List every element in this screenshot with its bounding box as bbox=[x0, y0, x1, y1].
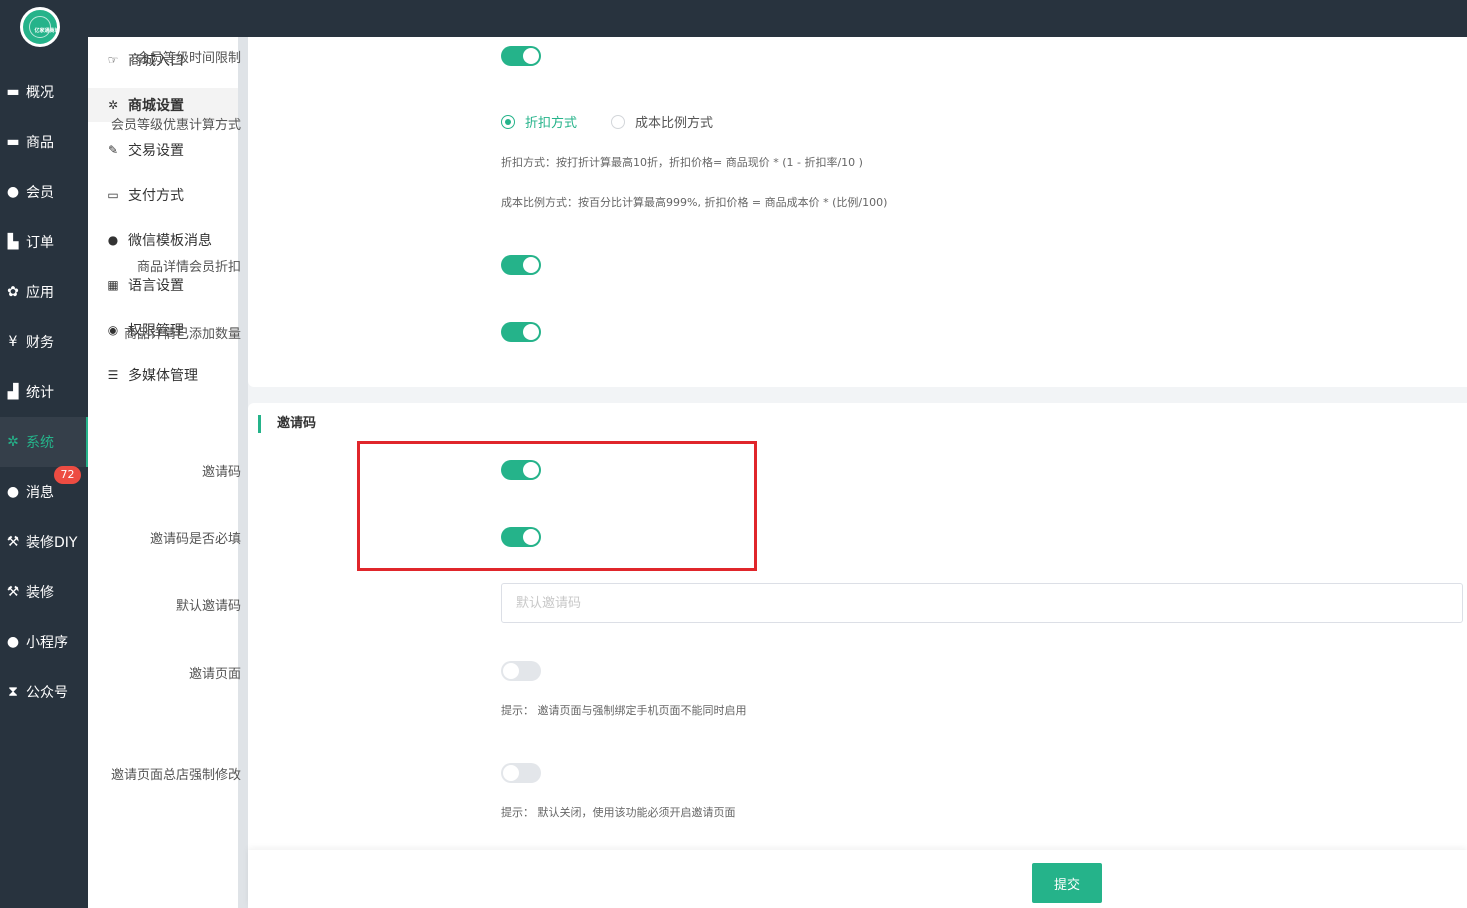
sidebar-item-stats[interactable]: ▟ 统计 bbox=[0, 367, 88, 417]
subnav-item-label: 商城设置 bbox=[128, 98, 184, 114]
language-icon: ▦ bbox=[107, 278, 119, 292]
subnav-item-wechat-template[interactable]: ● 微信模板消息 bbox=[88, 223, 238, 257]
gear-icon: ✲ bbox=[7, 434, 19, 450]
default-invite-code-label: 默认邀请码 bbox=[175, 599, 241, 614]
gear-icon: ✲ bbox=[107, 98, 119, 112]
credit-card-icon: ▭ bbox=[107, 188, 119, 202]
force-modify-label: 邀请页面总店强制修改 bbox=[110, 768, 241, 783]
sidebar-item-overview[interactable]: ▬ 概况 bbox=[0, 67, 88, 117]
sidebar-item-label: 会员 bbox=[26, 185, 54, 201]
discount-method-option-cost[interactable]: 成本比例方式 bbox=[611, 112, 713, 131]
level-time-limit-switch[interactable] bbox=[501, 46, 541, 66]
wrench-icon: ✎ bbox=[107, 143, 119, 157]
radio-dot bbox=[611, 114, 625, 129]
chat-icon: ● bbox=[6, 484, 20, 500]
force-modify-switch[interactable] bbox=[501, 763, 541, 783]
form-footer bbox=[248, 850, 1467, 908]
sidebar-item-label: 公众号 bbox=[26, 685, 68, 701]
sidebar-item-system[interactable]: ✲ 系统 bbox=[0, 417, 88, 467]
top-bar bbox=[0, 0, 1467, 37]
cart-icon: ▙ bbox=[7, 234, 19, 250]
sidebar-item-label: 统计 bbox=[26, 385, 54, 401]
cost-method-hint: 成本比例方式：按百分比计算最高999%, 折扣价格 = 商品成本价 * (比例/… bbox=[501, 196, 888, 209]
chart-icon: ▟ bbox=[7, 384, 19, 400]
force-modify-hint: 提示： 默认关闭，使用该功能必须开启邀请页面 bbox=[501, 806, 736, 819]
sidebar-item-label: 概况 bbox=[26, 85, 54, 101]
subnav-item-label: 交易设置 bbox=[128, 143, 184, 159]
detail-added-count-label: 商品详情已添加数量 bbox=[123, 327, 241, 342]
switch-knob bbox=[523, 529, 539, 545]
invite-page-switch[interactable] bbox=[501, 661, 541, 681]
invite-section-title: 邀请码 bbox=[258, 415, 316, 433]
radio-label: 成本比例方式 bbox=[635, 116, 714, 131]
default-invite-code-input[interactable] bbox=[501, 583, 1463, 623]
discount-method-hint: 折扣方式：按打折计算最高10折，折扣价格= 商品现价 * (1 - 折扣率/10… bbox=[501, 156, 863, 169]
hourglass-icon: ⧗ bbox=[8, 684, 18, 700]
invite-page-hint: 提示： 邀请页面与强制绑定手机页面不能同时启用 bbox=[501, 704, 747, 717]
highlight-box bbox=[357, 441, 757, 571]
subnav-item-trade-settings[interactable]: ✎ 交易设置 bbox=[88, 133, 238, 167]
sidebar-item-label: 系统 bbox=[26, 435, 54, 451]
invite-code-switch[interactable] bbox=[501, 460, 541, 480]
radio-label: 折扣方式 bbox=[525, 116, 578, 131]
discount-method-label: 会员等级优惠计算方式 bbox=[110, 118, 241, 133]
wechat-icon: ● bbox=[107, 233, 119, 247]
logo-text: 亿家通商城 bbox=[34, 28, 60, 34]
invite-page-label: 邀请页面 bbox=[188, 667, 241, 682]
sidebar-item-label: 商品 bbox=[26, 135, 54, 151]
subnav-item-label: 语言设置 bbox=[128, 278, 184, 294]
sidebar-item-label: 消息 bbox=[26, 485, 54, 501]
subnav-item-payment[interactable]: ▭ 支付方式 bbox=[88, 178, 238, 212]
detail-added-count-switch[interactable] bbox=[501, 322, 541, 342]
switch-knob bbox=[523, 462, 539, 478]
apps-icon: ✿ bbox=[7, 284, 19, 300]
sidebar-item-miniprogram[interactable]: ● 小程序 bbox=[0, 617, 88, 667]
sidebar-item-label: 订单 bbox=[26, 235, 54, 251]
overview-icon: ▬ bbox=[6, 84, 20, 100]
invite-required-switch[interactable] bbox=[501, 527, 541, 547]
sidebar-item-members[interactable]: ● 会员 bbox=[0, 167, 88, 217]
invite-code-label: 邀请码 bbox=[201, 465, 241, 480]
subnav-item-label: 微信模板消息 bbox=[128, 233, 212, 249]
switch-knob bbox=[523, 324, 539, 340]
logo[interactable]: 亿家通商城 bbox=[20, 7, 60, 47]
goods-icon: ▬ bbox=[6, 134, 20, 150]
subnav-item-label: 支付方式 bbox=[128, 188, 184, 204]
logo-ring: 亿家通商城 bbox=[29, 16, 60, 38]
sidebar-item-label: 应用 bbox=[26, 285, 54, 301]
submit-button[interactable]: 提交 bbox=[1032, 863, 1102, 903]
discount-method-option-discount[interactable]: 折扣方式 bbox=[501, 112, 577, 131]
switch-knob bbox=[503, 765, 519, 781]
radio-dot bbox=[501, 114, 515, 129]
member-settings-panel bbox=[248, 37, 1467, 387]
switch-knob bbox=[503, 663, 519, 679]
subnav-item-label: 多媒体管理 bbox=[128, 368, 198, 384]
list-icon: ☰ bbox=[107, 368, 119, 382]
detail-member-discount-label: 商品详情会员折扣 bbox=[136, 260, 241, 275]
level-time-limit-label: 会员等级时间限制 bbox=[136, 51, 241, 66]
invite-required-label: 邀请码是否必填 bbox=[149, 532, 241, 547]
detail-member-discount-switch[interactable] bbox=[501, 255, 541, 275]
switch-knob bbox=[523, 48, 539, 64]
wechat-icon: ● bbox=[6, 634, 20, 650]
subnav-item-media[interactable]: ☰ 多媒体管理 bbox=[88, 358, 238, 392]
members-icon: ● bbox=[6, 184, 20, 200]
sidebar-item-label: 小程序 bbox=[26, 635, 68, 651]
switch-knob bbox=[523, 257, 539, 273]
